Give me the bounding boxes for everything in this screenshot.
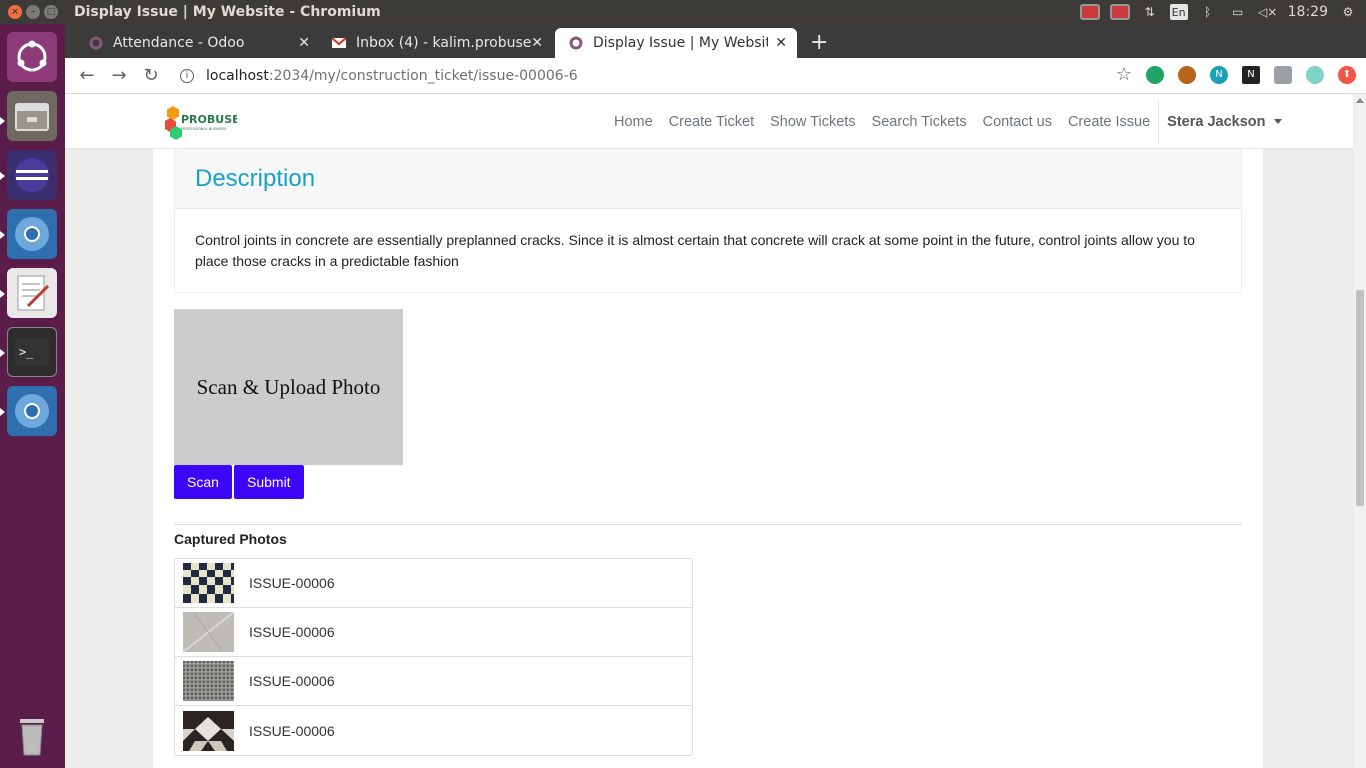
bluetooth-icon[interactable]: ᛒ bbox=[1198, 3, 1218, 21]
nav-create-issue[interactable]: Create Issue bbox=[1068, 114, 1150, 130]
os-top-panel: × – □ Display Issue | My Website - Chrom… bbox=[0, 0, 1366, 24]
reload-button[interactable]: ↻ bbox=[135, 65, 167, 86]
window-maximize-button[interactable]: □ bbox=[44, 5, 58, 19]
text-editor-icon[interactable] bbox=[7, 268, 57, 318]
nav-divider bbox=[1158, 99, 1160, 144]
monkey-extension-icon[interactable] bbox=[1178, 66, 1196, 84]
svg-text:PROBUSE: PROBUSE bbox=[181, 113, 237, 126]
window-title: Display Issue | My Website - Chromium bbox=[74, 4, 381, 20]
network-icon[interactable]: ⇅ bbox=[1140, 3, 1160, 21]
browser-tabbar: Attendance - Odoo ✕ Inbox (4) - kalim.pr… bbox=[65, 24, 1366, 58]
nav-links: Home Create Ticket Show Tickets Search T… bbox=[614, 94, 1282, 149]
photo-thumbnail bbox=[183, 710, 234, 751]
tab-label: Display Issue | My Website bbox=[593, 35, 768, 51]
description-card: Description Control joints in concrete a… bbox=[174, 149, 1242, 293]
svg-text:PROFESSIONAL BUSINESS: PROFESSIONAL BUSINESS bbox=[181, 127, 227, 131]
window-controls: × – □ bbox=[8, 5, 66, 19]
settings-gear-icon[interactable]: ⚙ bbox=[1338, 3, 1358, 21]
list-item[interactable]: ISSUE-00006 bbox=[175, 559, 692, 608]
clock[interactable]: 18:29 bbox=[1288, 4, 1328, 20]
user-menu[interactable]: Stera Jackson bbox=[1167, 113, 1282, 130]
captured-photos-list: ISSUE-00006 ISSUE-00006 ISSUE-00006 ISSU… bbox=[174, 558, 693, 756]
tab-close-icon[interactable]: ✕ bbox=[298, 35, 310, 51]
chevron-down-icon bbox=[1273, 119, 1282, 124]
extension-icons: ☆ N N ⬆ bbox=[1116, 66, 1356, 84]
record-indicator-icon[interactable] bbox=[1079, 4, 1100, 20]
odoo-favicon-icon bbox=[569, 36, 583, 50]
nav-search-tickets[interactable]: Search Tickets bbox=[872, 114, 967, 130]
photo-label: ISSUE-00006 bbox=[249, 673, 335, 689]
url-path: :2034/my/construction_ticket/issue-00006… bbox=[268, 68, 578, 84]
probuse-logo[interactable]: PROBUSE PROFESSIONAL BUSINESS bbox=[164, 104, 240, 140]
address-bar[interactable]: i localhost:2034/my/construction_ticket/… bbox=[180, 64, 1080, 88]
camera-extension-icon[interactable] bbox=[1274, 66, 1292, 84]
web-page: PROBUSE PROFESSIONAL BUSINESS Home Creat… bbox=[65, 94, 1353, 768]
tab-close-icon[interactable]: ✕ bbox=[775, 35, 787, 51]
battery-icon[interactable]: ▭ bbox=[1228, 3, 1248, 21]
tab-attendance[interactable]: Attendance - Odoo ✕ bbox=[75, 28, 320, 58]
chromium-icon[interactable] bbox=[7, 209, 57, 259]
url-host: localhost bbox=[206, 68, 269, 84]
photo-label: ISSUE-00006 bbox=[249, 722, 335, 739]
gmail-favicon-icon bbox=[331, 36, 347, 50]
bookmark-star-icon[interactable]: ☆ bbox=[1116, 66, 1132, 84]
ubuntu-dash-icon[interactable] bbox=[7, 32, 57, 82]
description-header: Description bbox=[175, 149, 1241, 209]
photo-label: ISSUE-00006 bbox=[249, 624, 335, 640]
tab-close-icon[interactable]: ✕ bbox=[531, 35, 543, 51]
submit-button[interactable]: Submit bbox=[234, 465, 304, 499]
tab-inbox[interactable]: Inbox (4) - kalim.probuse@ ✕ bbox=[318, 28, 553, 58]
photo-thumbnail bbox=[183, 612, 234, 652]
grammarly-extension-icon[interactable] bbox=[1306, 66, 1324, 84]
tab-display-issue[interactable]: Display Issue | My Website ✕ bbox=[555, 28, 797, 58]
photo-label: ISSUE-00006 bbox=[249, 575, 335, 591]
system-tray: ⇅ En ᛒ ▭ ◁× 18:29 ⚙ bbox=[1079, 0, 1366, 24]
n-extension-icon[interactable]: N bbox=[1210, 66, 1228, 84]
unity-launcher: >_ bbox=[0, 24, 65, 768]
main-container: Description Control joints in concrete a… bbox=[153, 149, 1263, 768]
nav-show-tickets[interactable]: Show Tickets bbox=[770, 114, 855, 130]
hangouts-extension-icon[interactable] bbox=[1146, 66, 1164, 84]
upload-extension-icon[interactable]: ⬆ bbox=[1338, 66, 1356, 84]
eclipse-icon[interactable] bbox=[7, 150, 57, 200]
description-body: Control joints in concrete are essential… bbox=[195, 232, 1195, 269]
site-navbar: PROBUSE PROFESSIONAL BUSINESS Home Creat… bbox=[65, 94, 1353, 149]
captured-photos-title: Captured Photos bbox=[174, 531, 287, 547]
tab-label: Attendance - Odoo bbox=[113, 35, 245, 51]
site-info-icon[interactable]: i bbox=[180, 69, 194, 83]
window-minimize-button[interactable]: – bbox=[26, 5, 40, 19]
terminal-icon[interactable]: >_ bbox=[7, 327, 57, 377]
back-button[interactable]: ← bbox=[71, 65, 103, 86]
record-indicator-2-icon[interactable] bbox=[1109, 4, 1130, 20]
trash-icon[interactable] bbox=[7, 710, 57, 760]
scroll-up-arrow-icon[interactable] bbox=[1356, 98, 1364, 103]
volume-icon[interactable]: ◁× bbox=[1258, 3, 1278, 21]
user-name: Stera Jackson bbox=[1167, 113, 1266, 130]
forward-button[interactable]: → bbox=[103, 65, 135, 86]
nav-home[interactable]: Home bbox=[614, 114, 653, 130]
scan-upload-photo-area[interactable]: Scan & Upload Photo bbox=[174, 309, 403, 465]
list-item[interactable]: ISSUE-00006 bbox=[175, 657, 692, 706]
photo-thumbnail bbox=[183, 563, 234, 603]
scrollbar-thumb[interactable] bbox=[1356, 290, 1364, 506]
notion-extension-icon[interactable]: N bbox=[1242, 66, 1260, 84]
list-item[interactable]: ISSUE-00006 bbox=[175, 706, 692, 755]
nav-contact-us[interactable]: Contact us bbox=[983, 114, 1052, 130]
list-item[interactable]: ISSUE-00006 bbox=[175, 608, 692, 657]
new-tab-button[interactable]: + bbox=[810, 30, 828, 55]
description-title: Description bbox=[195, 164, 316, 192]
files-icon[interactable] bbox=[7, 91, 57, 141]
scan-button[interactable]: Scan bbox=[174, 465, 232, 499]
nav-create-ticket[interactable]: Create Ticket bbox=[669, 114, 754, 130]
photo-thumbnail bbox=[183, 661, 234, 701]
keyboard-layout-indicator[interactable]: En bbox=[1169, 4, 1188, 20]
window-close-button[interactable]: × bbox=[8, 5, 22, 19]
svg-text:>_: >_ bbox=[19, 345, 34, 359]
browser-toolbar: ← → ↻ i localhost:2034/my/construction_t… bbox=[65, 58, 1366, 94]
chromium-2-icon[interactable] bbox=[7, 386, 57, 436]
section-divider bbox=[174, 524, 1242, 525]
page-scrollbar[interactable] bbox=[1353, 94, 1366, 768]
odoo-favicon-icon bbox=[89, 36, 103, 50]
tab-label: Inbox (4) - kalim.probuse@ bbox=[356, 35, 531, 51]
